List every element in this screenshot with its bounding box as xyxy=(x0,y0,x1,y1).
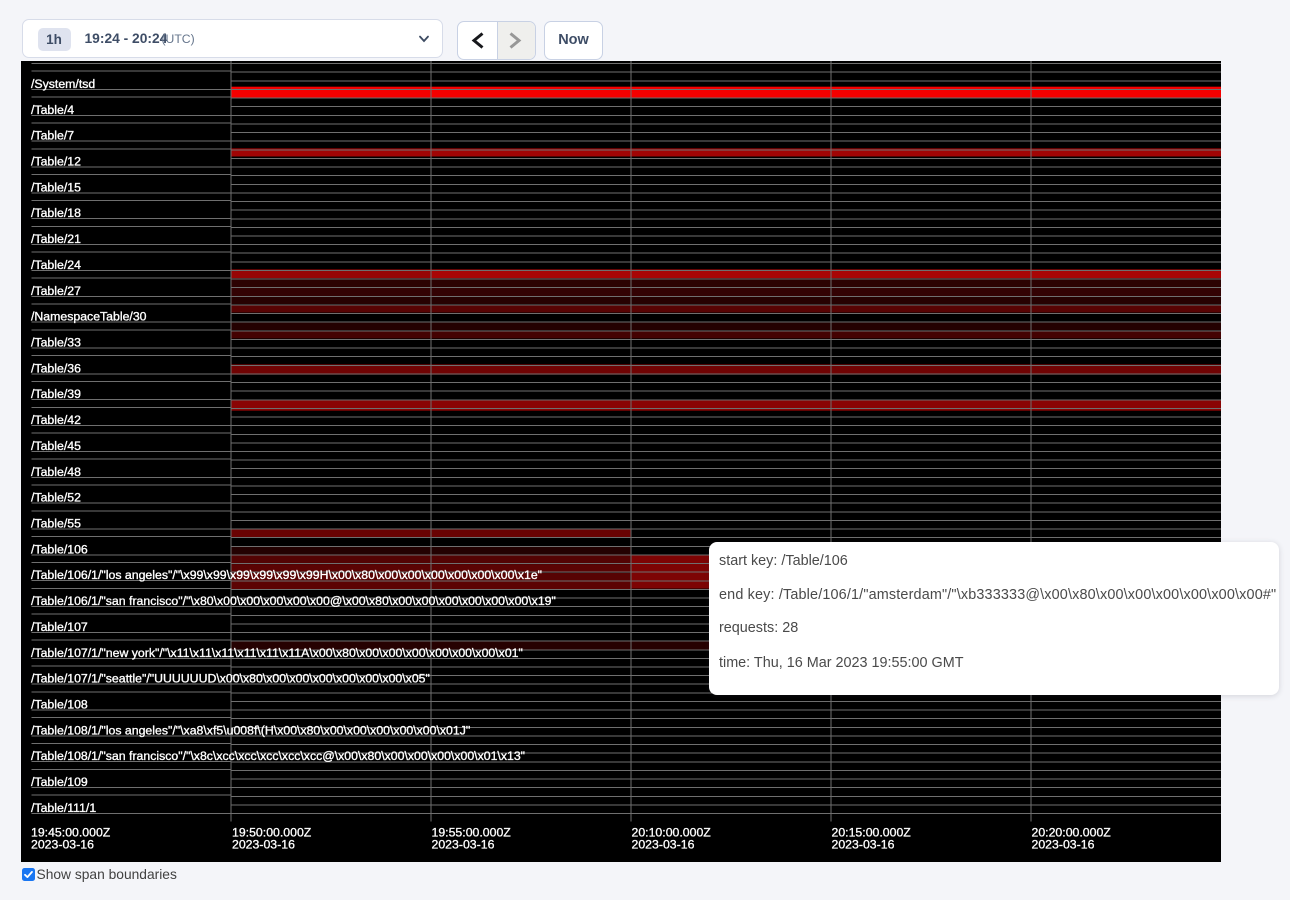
svg-text:/Table/108/1/"san francisco"/": /Table/108/1/"san francisco"/"\x8c\xcc\x… xyxy=(31,749,525,763)
svg-text:/Table/48: /Table/48 xyxy=(31,464,81,478)
svg-text:/Table/7: /Table/7 xyxy=(31,128,74,142)
svg-text:/NamespaceTable/30: /NamespaceTable/30 xyxy=(31,309,147,323)
svg-text:/Table/36: /Table/36 xyxy=(31,361,81,375)
svg-text:/Table/27: /Table/27 xyxy=(31,283,81,297)
svg-text:/Table/18: /Table/18 xyxy=(31,206,81,220)
svg-text:2023-03-16: 2023-03-16 xyxy=(232,837,295,851)
svg-text:2023-03-16: 2023-03-16 xyxy=(432,837,495,851)
svg-text:/Table/106/1/"san francisco"/": /Table/106/1/"san francisco"/"\x80\x00\x… xyxy=(31,594,556,608)
svg-text:/Table/109: /Table/109 xyxy=(31,775,88,789)
svg-text:/Table/106: /Table/106 xyxy=(31,542,88,556)
svg-text:/Table/108/1/"los angeles"/"\x: /Table/108/1/"los angeles"/"\xa8\xf5\u00… xyxy=(31,723,470,737)
svg-text:/Table/52: /Table/52 xyxy=(31,490,81,504)
svg-text:/Table/106/1/"los angeles"/"\x: /Table/106/1/"los angeles"/"\x99\x99\x99… xyxy=(31,568,542,582)
svg-text:/Table/15: /Table/15 xyxy=(31,180,81,194)
svg-text:/Table/107/1/"new york"/"\x11\: /Table/107/1/"new york"/"\x11\x11\x11\x1… xyxy=(31,645,523,659)
svg-text:/Table/33: /Table/33 xyxy=(31,335,81,349)
svg-text:2023-03-16: 2023-03-16 xyxy=(31,837,94,851)
svg-text:/Table/42: /Table/42 xyxy=(31,413,81,427)
svg-text:/Table/12: /Table/12 xyxy=(31,154,81,168)
svg-text:/Table/107/1/"seattle"/"UUUUUU: /Table/107/1/"seattle"/"UUUUUUD\x00\x80\… xyxy=(31,671,430,685)
svg-text:/Table/39: /Table/39 xyxy=(31,387,81,401)
svg-text:/Table/24: /Table/24 xyxy=(31,257,81,271)
svg-text:/Table/21: /Table/21 xyxy=(31,232,81,246)
svg-text:/Table/107: /Table/107 xyxy=(31,619,88,633)
svg-text:2023-03-16: 2023-03-16 xyxy=(832,837,895,851)
svg-text:2023-03-16: 2023-03-16 xyxy=(632,837,695,851)
svg-text:/Table/108: /Table/108 xyxy=(31,697,88,711)
svg-text:/Table/55: /Table/55 xyxy=(31,516,81,530)
svg-text:2023-03-16: 2023-03-16 xyxy=(1032,837,1095,851)
svg-text:/Table/4: /Table/4 xyxy=(31,102,74,116)
svg-text:/Table/111/1: /Table/111/1 xyxy=(31,800,96,814)
svg-text:/Table/45: /Table/45 xyxy=(31,438,81,452)
svg-text:/System/tsd: /System/tsd xyxy=(31,76,95,90)
